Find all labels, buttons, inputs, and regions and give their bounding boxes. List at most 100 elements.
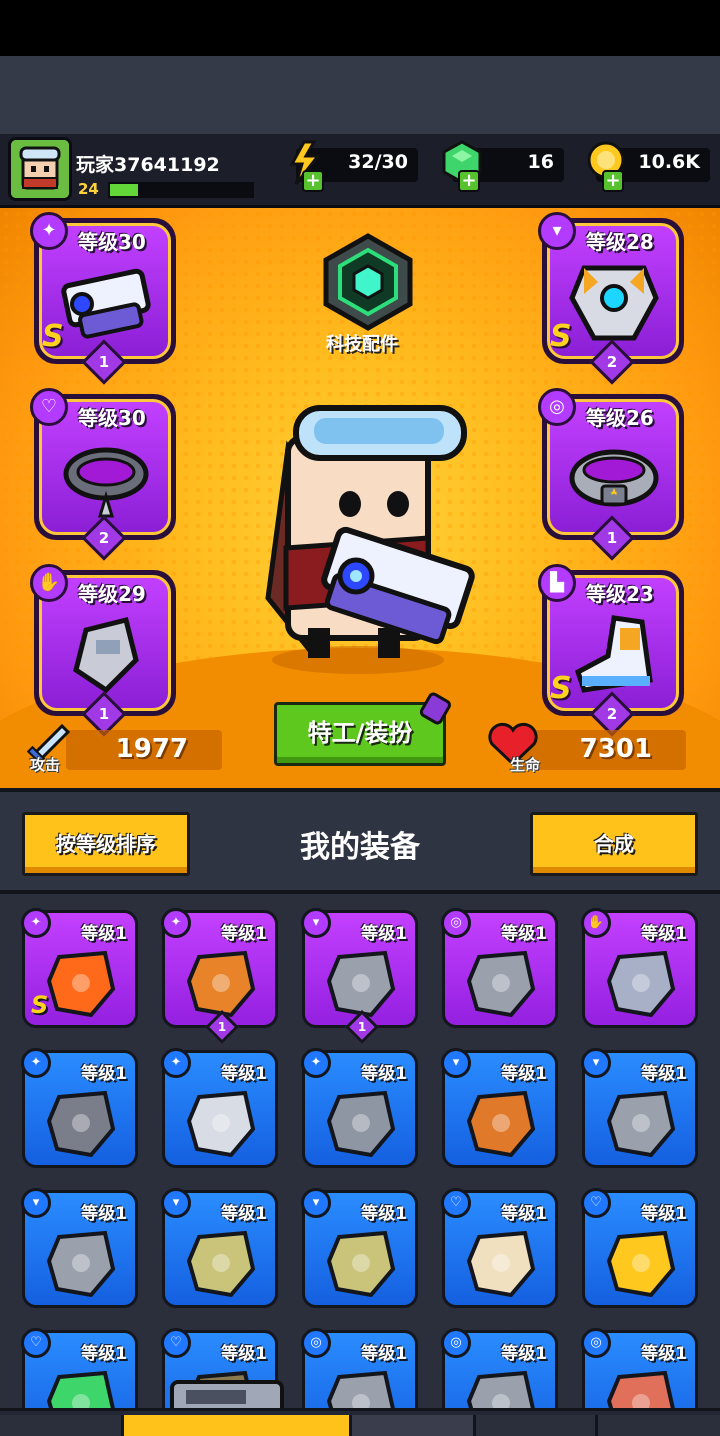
slot-type-icon: ✦ bbox=[301, 1048, 331, 1078]
gem-necklace-icon bbox=[46, 1370, 115, 1408]
item-level: 等级1 bbox=[501, 924, 547, 944]
inventory-item-club[interactable]: ✦ 等级1 1 bbox=[161, 908, 278, 1044]
slot-type-icon: ▾ bbox=[581, 1048, 611, 1078]
hp-value: 7301 bbox=[579, 734, 652, 764]
nav-tab-talent[interactable] bbox=[476, 1415, 598, 1436]
item-level: 等级1 bbox=[501, 1204, 547, 1224]
inventory-item-stone-armor[interactable]: ▾ 等级1 1 bbox=[301, 908, 418, 1044]
energy-counter[interactable]: + 32/30 bbox=[289, 140, 418, 192]
gems-counter[interactable]: + 16 bbox=[442, 140, 564, 192]
inventory-item-kunai[interactable]: ✦ 等级1 bbox=[21, 1048, 138, 1168]
slot-belt-level: 等级26 bbox=[586, 406, 654, 430]
slot-boots-rank: S bbox=[550, 671, 572, 706]
add-coins-button[interactable]: + bbox=[602, 170, 624, 192]
hp-stat: 7301 bbox=[520, 730, 686, 770]
belt-icon: ◎ bbox=[538, 388, 576, 426]
vest-icon bbox=[46, 1230, 116, 1298]
slot-type-icon: ◎ bbox=[301, 1328, 331, 1358]
inventory-item-camo-shirt[interactable]: ▾ 等级1 bbox=[161, 1188, 278, 1308]
inventory-item-wrap-belt[interactable]: ◎ 等级1 bbox=[581, 1328, 698, 1408]
inventory-item-camo-shirt[interactable]: ▾ 等级1 bbox=[301, 1188, 418, 1308]
inventory-item-vest[interactable]: ▾ 等级1 bbox=[21, 1188, 138, 1308]
item-level: 等级1 bbox=[81, 924, 127, 944]
kunai-icon bbox=[46, 1090, 116, 1158]
bolt-necklace-icon bbox=[606, 1230, 676, 1298]
slot-boots[interactable]: ▙ 等级23 S 2 bbox=[538, 564, 684, 737]
slot-type-icon: ✦ bbox=[161, 908, 191, 938]
inventory-item-machete[interactable]: ✦ 等级1 bbox=[161, 1048, 278, 1168]
camo-shirt-icon bbox=[186, 1230, 256, 1298]
belt-icon bbox=[326, 1370, 395, 1408]
nav-tab-shop[interactable] bbox=[0, 1415, 124, 1436]
tech-accessory-label: 科技配件 bbox=[326, 334, 398, 355]
player-name: 玩家37641192 bbox=[76, 154, 220, 176]
inventory-item-belt[interactable]: ◎ 等级1 bbox=[441, 1328, 558, 1408]
inventory-item-belt[interactable]: ◎ 等级1 bbox=[301, 1328, 418, 1408]
slot-gloves[interactable]: ✋ 等级29 1 bbox=[30, 564, 176, 737]
item-level: 等级1 bbox=[641, 1344, 687, 1364]
vest-icon bbox=[606, 1090, 676, 1158]
slot-armor[interactable]: ▾ 等级28 S 2 bbox=[538, 212, 684, 385]
armor-art bbox=[569, 265, 659, 341]
add-gems-button[interactable]: + bbox=[458, 170, 480, 192]
player-level: 24 bbox=[78, 180, 99, 198]
item-level: 等级1 bbox=[501, 1064, 547, 1084]
coins-counter[interactable]: + 10.6K bbox=[587, 141, 710, 192]
item-level: 等级1 bbox=[501, 1344, 547, 1364]
gloves-art bbox=[73, 616, 139, 694]
inventory-item-vest[interactable]: ▾ 等级1 bbox=[581, 1048, 698, 1168]
camo-shirt-icon bbox=[326, 1230, 396, 1298]
necklace-art bbox=[63, 447, 149, 518]
player-avatar[interactable] bbox=[8, 137, 72, 201]
add-energy-button[interactable]: + bbox=[302, 170, 324, 192]
inventory-item-jacket[interactable]: ▾ 等级1 bbox=[441, 1048, 558, 1168]
slot-type-icon: ◎ bbox=[441, 908, 471, 938]
nav-tab-battle[interactable] bbox=[352, 1415, 476, 1436]
slot-type-icon: ▾ bbox=[161, 1188, 191, 1218]
merge-button[interactable]: 合成 bbox=[530, 812, 698, 876]
slot-armor-level: 等级28 bbox=[586, 230, 654, 254]
slot-necklace[interactable]: ♡ 等级30 2 bbox=[30, 388, 176, 561]
sort-by-level-button[interactable]: 按等级排序 bbox=[22, 812, 190, 876]
item-level: 等级1 bbox=[361, 924, 407, 944]
inventory-item-gem-necklace[interactable]: ♡ 等级1 bbox=[21, 1328, 138, 1408]
slot-weapon-level: 等级30 bbox=[78, 230, 146, 254]
flame-sword-icon bbox=[46, 950, 116, 1018]
agent-character[interactable] bbox=[248, 398, 480, 688]
glove-icon: ✋ bbox=[30, 564, 68, 602]
hp-label: 生命 bbox=[510, 756, 541, 774]
necklace-icon: ♡ bbox=[30, 388, 68, 426]
slot-type-icon: ✦ bbox=[21, 1048, 51, 1078]
item-level: 等级1 bbox=[361, 1204, 407, 1224]
tech-accessory-slot[interactable] bbox=[318, 232, 418, 332]
item-level: 等级1 bbox=[361, 1344, 407, 1364]
slot-weapon-rank: S bbox=[42, 319, 64, 354]
inventory-item-flame-sword[interactable]: ✦ 等级1 S bbox=[21, 908, 138, 1028]
inventory-header: 按等级排序 我的装备 合成 bbox=[0, 788, 720, 894]
inventory-grid: ✦ 等级1 S ✦ 等级1 1 ▾ 等级1 1 ◎ 等级1 ✋ 等级1 ✦ 等级1 ✦ 等级1 ✦ 等级1 ▾ 等级1 ▾… bbox=[0, 894, 720, 1408]
boot-icon: ▙ bbox=[538, 564, 576, 602]
slot-type-icon: ▾ bbox=[441, 1048, 471, 1078]
inventory-item-bone-necklace[interactable]: ♡ 等级1 bbox=[441, 1188, 558, 1308]
slot-armor-rank: S bbox=[550, 319, 572, 354]
slot-type-icon: ♡ bbox=[441, 1188, 471, 1218]
belt-icon bbox=[466, 950, 536, 1018]
slot-belt[interactable]: ◎ 等级26 1 bbox=[538, 388, 684, 561]
inventory-item-gauntlet[interactable]: ✋ 等级1 bbox=[581, 908, 698, 1028]
energy-value: 32/30 bbox=[348, 151, 408, 173]
slot-type-icon: ▾ bbox=[301, 1188, 331, 1218]
slot-boots-level: 等级23 bbox=[586, 582, 654, 606]
inventory-item-belt[interactable]: ◎ 等级1 bbox=[441, 908, 558, 1028]
nav-tab-equipment[interactable] bbox=[124, 1415, 352, 1436]
inventory-item-bolt-necklace[interactable]: ♡ 等级1 bbox=[581, 1188, 698, 1308]
item-level: 等级1 bbox=[641, 924, 687, 944]
slot-weapon[interactable]: ✦ 等级30 S 1 bbox=[30, 212, 176, 385]
nav-tab-more[interactable] bbox=[598, 1415, 720, 1436]
inventory-item-revolver[interactable]: ✦ 等级1 bbox=[301, 1048, 418, 1168]
attack-stat: 1977 bbox=[66, 730, 222, 770]
slot-type-icon: ▾ bbox=[301, 908, 331, 938]
slot-type-icon: ✦ bbox=[21, 908, 51, 938]
revolver-icon bbox=[326, 1090, 396, 1158]
slot-type-icon: ▾ bbox=[21, 1188, 51, 1218]
item-level: 等级1 bbox=[641, 1204, 687, 1224]
